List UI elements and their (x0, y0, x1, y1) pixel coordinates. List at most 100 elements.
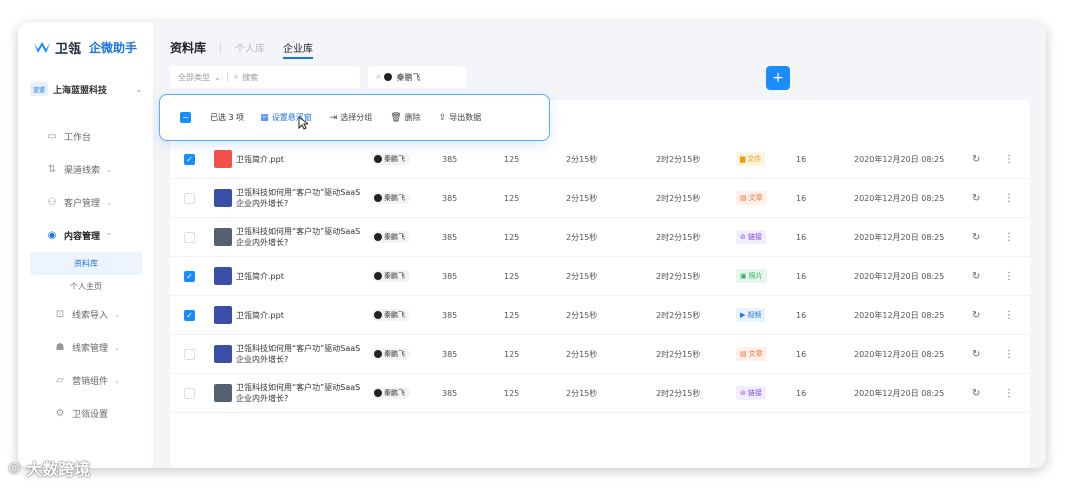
delete-button[interactable]: 🗑 删除 (390, 112, 420, 123)
row-checkbox[interactable] (184, 349, 195, 360)
resource-title[interactable]: 卫瓴科技如何用“客户功”驱动SaaS企业内外增长? (236, 218, 366, 256)
table-row[interactable]: ✓ 卫瓴简介.ppt 秦鹏飞 385 125 2分15秒 2时2分15秒 ▶ 视频 16 2020年… (170, 296, 1030, 335)
views-count: 385 (442, 154, 458, 164)
type-select[interactable]: 全部类型 (178, 72, 210, 83)
link-icon: ⊘ (740, 233, 746, 241)
type-badge: ▆ 文件 (736, 152, 766, 166)
owner-chip: 秦鹏飞 (372, 309, 410, 321)
visitors-count: 125 (504, 349, 520, 359)
owner-filter-value: 秦鹏飞 (396, 72, 421, 82)
share-icon[interactable]: ↻ (972, 374, 980, 412)
visitors-count: 125 (504, 388, 520, 398)
owner-chip: 秦鹏飞 (372, 153, 410, 165)
sidebar-item-label: 渠道线索 (64, 166, 101, 176)
delete-label: 删除 (404, 113, 421, 122)
resource-title[interactable]: 卫瓴科技如何用“客户功”驱动SaaS企业内外增长? (236, 374, 366, 412)
thumbnail (214, 345, 232, 363)
sidebar-item[interactable]: ▱ 营销组件 ⌄ (18, 364, 154, 397)
sidebar-item-label: 营销组件 (72, 377, 109, 387)
row-checkbox[interactable]: ✓ (184, 310, 195, 321)
watermark-text: 大数跨境 (26, 460, 91, 479)
row-checkbox[interactable]: ✓ (184, 154, 195, 165)
type-badge: ⊘ 链接 (736, 386, 766, 400)
owner-name: 秦鹏飞 (384, 194, 405, 202)
table-row[interactable]: ✓ 卫瓴简介.ppt 秦鹏飞 385 125 2分15秒 2时2分15秒 ▆ 文件 16 2020年… (170, 140, 1030, 179)
chevron-icon: ⌄ (106, 165, 112, 174)
resource-title[interactable]: 卫瓴简介.ppt (236, 257, 366, 295)
table-row[interactable]: ✓ 卫瓴简介.ppt 秦鹏飞 385 125 2分15秒 2时2分15秒 ▣ 照片 16 2020年… (170, 257, 1030, 296)
more-icon[interactable]: ⋮ (1004, 374, 1014, 412)
tab-enterprise-library[interactable]: 企业库 (283, 40, 314, 59)
owner-chip: 秦鹏飞 (372, 387, 410, 399)
table-row[interactable]: 卫瓴科技如何用“客户功”驱动SaaS企业内外增长? 秦鹏飞 385 125 2分15秒 2… (170, 335, 1030, 374)
row-checkbox[interactable] (184, 193, 195, 204)
share-icon[interactable]: ↻ (972, 179, 980, 217)
resource-title[interactable]: 卫瓴简介.ppt (236, 140, 366, 178)
sidebar-item[interactable]: ▭ 工作台 (18, 120, 154, 153)
sidebar-item-label: 工作台 (64, 133, 92, 143)
tab-personal-library[interactable]: 个人库 (235, 40, 265, 55)
type-badge: ▤ 文章 (736, 191, 767, 205)
chevron-icon: ⌄ (114, 310, 120, 319)
content-icon: ◉ (47, 230, 57, 241)
share-icon[interactable]: ↻ (972, 257, 980, 295)
total-duration: 2时2分15秒 (656, 388, 701, 398)
sidebar-item[interactable]: ☗ 线索管理 ⌄ (18, 331, 154, 364)
owner-cell: 秦鹏飞 (372, 140, 410, 178)
choose-group-label: 选择分组 (340, 113, 373, 122)
chevron-down-icon: ⌄ (214, 72, 221, 82)
owner-name: 秦鹏飞 (384, 350, 405, 358)
search-input[interactable]: 搜索 (242, 72, 258, 83)
created-date: 2020年12月20日 08:25 (854, 388, 945, 398)
logo-mark-icon (34, 41, 50, 53)
share-icon[interactable]: ↻ (972, 335, 980, 373)
share-icon[interactable]: ↻ (972, 218, 980, 256)
table-row[interactable]: 卫瓴科技如何用“客户功”驱动SaaS企业内外增长? 秦鹏飞 385 125 2分15秒 2… (170, 374, 1030, 413)
sidebar-item-label: 内容管理 (64, 232, 101, 242)
type-label: 文章 (748, 194, 763, 202)
created-date: 2020年12月20日 08:25 (854, 232, 945, 242)
share-icon[interactable]: ↻ (972, 296, 980, 334)
company-switcher[interactable]: 蓝盟 上海蓝盟科技 ⌄ (30, 82, 142, 96)
owner-filter[interactable]: ⌕ 秦鹏飞 (368, 66, 466, 88)
table-row[interactable]: 卫瓴科技如何用“客户功”驱动SaaS企业内外增长? 秦鹏飞 385 125 2分15秒 2… (170, 179, 1030, 218)
thumbnail (214, 189, 232, 207)
selected-count: 已选 3 项 (210, 113, 245, 122)
share-count: 16 (796, 388, 807, 398)
more-icon[interactable]: ⋮ (1004, 218, 1014, 256)
lead-icon: ☗ (55, 342, 65, 353)
avg-duration: 2分15秒 (566, 388, 598, 398)
sidebar: 卫瓴 企微助手 蓝盟 上海蓝盟科技 ⌄ ▭ 工作台 ⇅ 渠道线索 ⌄ ⚇ 客户管理 ⌄ ◉ 内容管… (18, 22, 154, 468)
sidebar-subitem[interactable]: 资料库 (30, 252, 142, 275)
select-all-checkbox[interactable]: − (180, 112, 191, 123)
sidebar-item[interactable]: ⚇ 客户管理 ⌄ (18, 186, 154, 219)
row-checkbox[interactable]: ✓ (184, 271, 195, 282)
resource-title[interactable]: 卫瓴科技如何用“客户功”驱动SaaS企业内外增长? (236, 179, 366, 217)
owner-name: 秦鹏飞 (384, 233, 405, 241)
resource-title[interactable]: 卫瓴科技如何用“客户功”驱动SaaS企业内外增长? (236, 335, 366, 373)
sidebar-item[interactable]: ⊡ 线索导入 ⌄ (18, 298, 154, 331)
more-icon[interactable]: ⋮ (1004, 179, 1014, 217)
sidebar-item[interactable]: ⚙ 卫瓴设置 (18, 397, 154, 430)
share-icon[interactable]: ↻ (972, 140, 980, 178)
resource-title[interactable]: 卫瓴简介.ppt (236, 296, 366, 334)
more-icon[interactable]: ⋮ (1004, 257, 1014, 295)
export-button[interactable]: ⇪ 导出数据 (439, 112, 482, 123)
row-checkbox[interactable] (184, 232, 195, 243)
sidebar-subitem[interactable]: 个人主页 (18, 275, 154, 298)
watermark: ◎ 大数跨境 (8, 456, 90, 480)
table-row[interactable]: 卫瓴科技如何用“客户功”驱动SaaS企业内外增长? 秦鹏飞 385 125 2分15秒 2… (170, 218, 1030, 257)
owner-cell: 秦鹏飞 (372, 335, 410, 373)
choose-group-button[interactable]: ⇥ 选择分组 (330, 112, 373, 123)
more-icon[interactable]: ⋮ (1004, 296, 1014, 334)
row-checkbox[interactable] (184, 388, 195, 399)
add-button[interactable]: + (766, 66, 790, 90)
thumbnail (214, 384, 232, 402)
total-duration: 2时2分15秒 (656, 154, 701, 164)
more-icon[interactable]: ⋮ (1004, 140, 1014, 178)
trash-icon: 🗑 (390, 112, 402, 123)
sidebar-item[interactable]: ◉ 内容管理 ⌃ (18, 219, 154, 252)
sidebar-item[interactable]: ⇅ 渠道线索 ⌄ (18, 153, 154, 186)
total-duration: 2时2分15秒 (656, 271, 701, 281)
more-icon[interactable]: ⋮ (1004, 335, 1014, 373)
